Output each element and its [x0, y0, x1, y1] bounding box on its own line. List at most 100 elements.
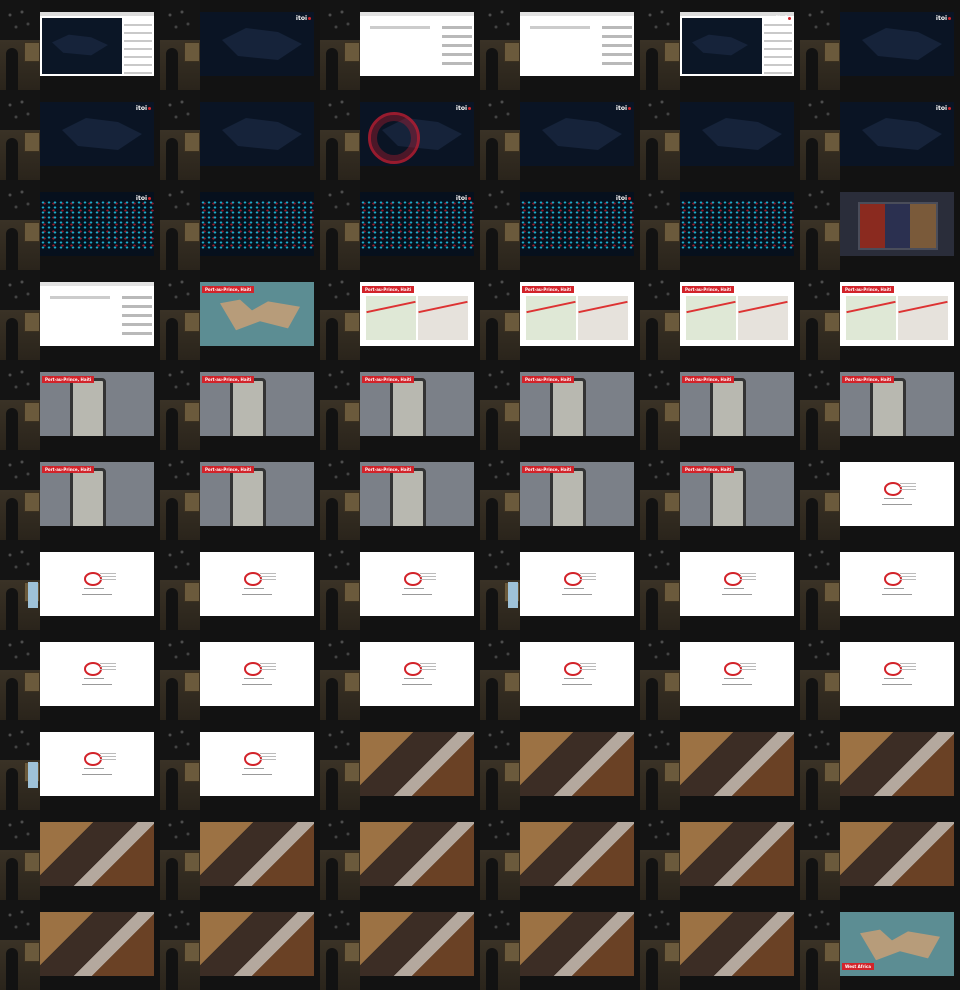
speaker-inset — [0, 270, 40, 360]
video-frame-thumbnail[interactable]: itoi — [0, 180, 160, 270]
speaker-inset — [800, 0, 840, 90]
video-frame-thumbnail[interactable] — [480, 0, 640, 90]
speaker-inset — [480, 0, 520, 90]
video-frame-thumbnail[interactable] — [160, 90, 320, 180]
slide-view: Port-au-Prince, Haiti — [360, 372, 474, 436]
video-frame-thumbnail[interactable]: Port-au-Prince, Haiti — [640, 270, 800, 360]
speaker-inset — [800, 900, 840, 990]
video-frame-thumbnail[interactable] — [800, 810, 960, 900]
video-frame-thumbnail[interactable] — [800, 540, 960, 630]
video-frame-thumbnail[interactable] — [640, 900, 800, 990]
slide-view — [360, 732, 474, 796]
video-frame-thumbnail[interactable] — [480, 720, 640, 810]
video-frame-thumbnail[interactable]: Port-au-Prince, Haiti — [640, 360, 800, 450]
video-frame-thumbnail[interactable] — [640, 630, 800, 720]
video-frame-thumbnail[interactable] — [160, 540, 320, 630]
slide-view — [360, 12, 474, 76]
video-frame-thumbnail[interactable] — [0, 540, 160, 630]
video-frame-thumbnail[interactable]: itoi — [160, 0, 320, 90]
itoi-logo: itoi — [776, 15, 791, 22]
video-frame-thumbnail[interactable] — [0, 900, 160, 990]
speaker-inset — [800, 450, 840, 540]
slide-view — [40, 282, 154, 346]
video-frame-thumbnail[interactable]: Port-au-Prince, Haiti — [320, 450, 480, 540]
speaker-inset — [640, 0, 680, 90]
video-frame-thumbnail[interactable]: West Africa — [800, 900, 960, 990]
video-frame-thumbnail[interactable] — [480, 540, 640, 630]
video-frame-thumbnail[interactable]: itoi — [640, 0, 800, 90]
slide-view — [200, 912, 314, 976]
video-frame-thumbnail[interactable]: Port-au-Prince, Haiti — [320, 270, 480, 360]
speaker-inset — [480, 270, 520, 360]
video-frame-thumbnail[interactable]: Port-au-Prince, Haiti — [160, 270, 320, 360]
video-frame-thumbnail[interactable]: Port-au-Prince, Haiti — [800, 270, 960, 360]
video-frame-thumbnail[interactable] — [320, 720, 480, 810]
video-frame-thumbnail[interactable] — [320, 540, 480, 630]
video-frame-thumbnail[interactable] — [0, 720, 160, 810]
video-frame-thumbnail[interactable] — [480, 900, 640, 990]
speaker-inset — [640, 360, 680, 450]
slide-view — [840, 462, 954, 526]
video-frame-thumbnail[interactable]: itoi — [480, 90, 640, 180]
video-frame-thumbnail[interactable]: Port-au-Prince, Haiti — [0, 360, 160, 450]
video-frame-thumbnail[interactable] — [640, 90, 800, 180]
speaker-inset — [640, 900, 680, 990]
video-frame-thumbnail[interactable]: itoi — [320, 90, 480, 180]
video-frame-thumbnail[interactable] — [640, 720, 800, 810]
itoi-logo: itoi — [136, 105, 151, 112]
video-frame-thumbnail[interactable] — [320, 630, 480, 720]
slide-view — [200, 552, 314, 616]
location-label: Port-au-Prince, Haiti — [202, 466, 255, 473]
region-label: West Africa — [842, 963, 874, 970]
video-frame-thumbnail[interactable]: Port-au-Prince, Haiti — [0, 450, 160, 540]
slide-view: itoi — [40, 192, 154, 256]
itoi-logo: itoi — [456, 105, 471, 112]
location-label: Port-au-Prince, Haiti — [362, 286, 415, 293]
video-frame-thumbnail[interactable]: itoi — [800, 0, 960, 90]
video-frame-thumbnail[interactable] — [640, 540, 800, 630]
video-frame-thumbnail[interactable] — [320, 0, 480, 90]
video-frame-thumbnail[interactable]: itoi — [480, 180, 640, 270]
video-frame-thumbnail[interactable] — [800, 180, 960, 270]
video-frame-thumbnail[interactable] — [320, 810, 480, 900]
video-frame-thumbnail[interactable]: itoi — [0, 90, 160, 180]
speaker-inset — [160, 180, 200, 270]
video-frame-thumbnail[interactable]: Port-au-Prince, Haiti — [480, 360, 640, 450]
video-frame-thumbnail[interactable]: Port-au-Prince, Haiti — [320, 360, 480, 450]
video-frame-thumbnail[interactable] — [0, 0, 160, 90]
video-frame-thumbnail[interactable]: Port-au-Prince, Haiti — [800, 360, 960, 450]
slide-view — [840, 822, 954, 886]
video-frame-thumbnail[interactable]: Port-au-Prince, Haiti — [480, 270, 640, 360]
video-frame-thumbnail[interactable] — [160, 630, 320, 720]
video-frame-thumbnail[interactable]: Port-au-Prince, Haiti — [160, 450, 320, 540]
video-frame-thumbnail[interactable] — [320, 900, 480, 990]
itoi-logo: itoi — [936, 105, 951, 112]
video-frame-thumbnail[interactable] — [800, 630, 960, 720]
video-frame-thumbnail[interactable]: Port-au-Prince, Haiti — [640, 450, 800, 540]
slide-view — [840, 732, 954, 796]
slide-view — [520, 822, 634, 886]
video-frame-thumbnail[interactable] — [0, 630, 160, 720]
video-frame-thumbnail[interactable]: Port-au-Prince, Haiti — [160, 360, 320, 450]
video-frame-thumbnail[interactable] — [160, 900, 320, 990]
location-label: Port-au-Prince, Haiti — [42, 466, 95, 473]
video-frame-thumbnail[interactable] — [480, 810, 640, 900]
video-frame-thumbnail[interactable] — [160, 180, 320, 270]
video-frame-thumbnail[interactable] — [640, 180, 800, 270]
video-frame-thumbnail[interactable]: itoi — [320, 180, 480, 270]
location-label: Port-au-Prince, Haiti — [42, 376, 95, 383]
video-frame-thumbnail[interactable] — [640, 810, 800, 900]
video-frame-thumbnail[interactable] — [0, 270, 160, 360]
video-frame-thumbnail[interactable]: itoi — [800, 90, 960, 180]
video-frame-thumbnail[interactable] — [160, 810, 320, 900]
speaker-inset — [320, 630, 360, 720]
video-frame-thumbnail[interactable] — [160, 720, 320, 810]
video-frame-thumbnail[interactable]: Port-au-Prince, Haiti — [480, 450, 640, 540]
slide-view: Port-au-Prince, Haiti — [40, 462, 154, 526]
video-frame-thumbnail[interactable] — [800, 450, 960, 540]
slide-view — [200, 732, 314, 796]
video-frame-thumbnail[interactable] — [0, 810, 160, 900]
video-frame-thumbnail[interactable] — [480, 630, 640, 720]
video-frame-thumbnail[interactable] — [800, 720, 960, 810]
slide-view — [520, 552, 634, 616]
